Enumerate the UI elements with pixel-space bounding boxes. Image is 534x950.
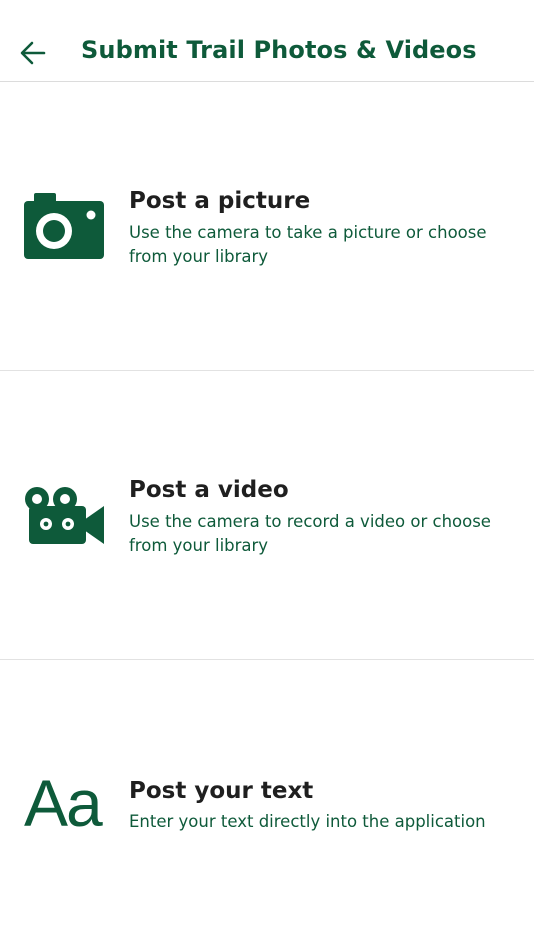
post-video-option[interactable]: Post a video Use the camera to record a …	[0, 372, 534, 660]
option-description: Use the camera to take a picture or choo…	[129, 223, 487, 266]
text-icon: Aa	[24, 770, 106, 836]
page-title: Submit Trail Photos & Videos	[81, 36, 477, 64]
text-icon-glyph: Aa	[24, 766, 103, 840]
option-description: Use the camera to record a video or choo…	[129, 512, 491, 555]
option-title: Post a picture	[129, 188, 311, 214]
app-header: Submit Trail Photos & Videos	[0, 0, 534, 82]
camera-icon	[24, 193, 106, 259]
video-camera-icon	[24, 486, 106, 546]
arrow-left-icon	[20, 41, 46, 65]
post-picture-option[interactable]: Post a picture Use the camera to take a …	[0, 83, 534, 371]
back-button[interactable]	[16, 36, 50, 70]
option-description: Enter your text directly into the applic…	[129, 812, 486, 831]
option-title: Post your text	[129, 778, 314, 804]
option-title: Post a video	[129, 477, 289, 503]
post-text-option[interactable]: Aa Post your text Enter your text direct…	[0, 661, 534, 950]
